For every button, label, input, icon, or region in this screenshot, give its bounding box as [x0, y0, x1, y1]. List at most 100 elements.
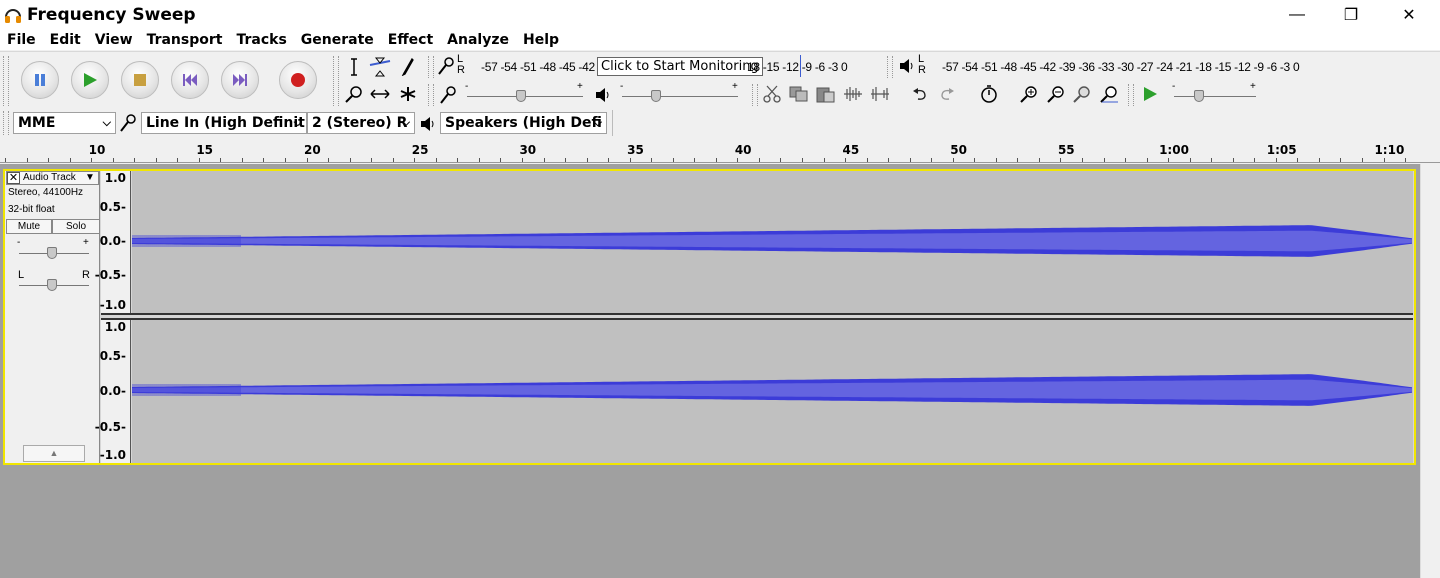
draw-tool-button[interactable]	[396, 55, 420, 79]
toolbar-grip[interactable]	[752, 84, 758, 106]
ruler-label: 35	[627, 143, 644, 157]
pan-slider[interactable]	[47, 279, 57, 291]
zoom-in-icon	[1020, 86, 1037, 103]
chevron-down-icon[interactable]: ▼	[85, 172, 95, 183]
close-track-button[interactable]: ✕	[7, 172, 20, 184]
minimize-button[interactable]: —	[1274, 0, 1320, 30]
ruler-tick	[457, 158, 458, 162]
play-button[interactable]	[71, 61, 109, 99]
gain-slider[interactable]	[47, 247, 57, 259]
toolbar-grip[interactable]	[3, 56, 9, 106]
slider-min-label: -	[620, 81, 624, 92]
toolbar-grip[interactable]	[428, 84, 434, 106]
menu-transport[interactable]: Transport	[147, 30, 223, 50]
mute-button[interactable]: Mute	[6, 219, 52, 234]
play-icon	[1144, 87, 1157, 101]
skip-end-button[interactable]	[221, 61, 259, 99]
ruler-tick	[500, 158, 501, 162]
solo-button[interactable]: Solo	[52, 219, 100, 234]
headphones-icon	[5, 9, 21, 23]
close-button[interactable]: ✕	[1386, 0, 1432, 30]
skip-start-button[interactable]	[171, 61, 209, 99]
menu-effect[interactable]: Effect	[388, 30, 433, 50]
timeline-ruler[interactable]: 10 15 20 25 30 35 40 45 50 55 1:00 1:05 1:10	[0, 139, 1440, 163]
scale-label: 1.0	[104, 171, 126, 185]
ruler-tick	[328, 158, 329, 162]
toolbar-area: LR -57 -54 -51 -48 -45 -42 Click to Star…	[0, 51, 1440, 137]
toolbar-grip[interactable]	[3, 111, 9, 135]
silence-button[interactable]	[868, 82, 892, 106]
ruler-tick	[522, 158, 523, 162]
ruler-tick	[565, 158, 566, 162]
selection-tool-button[interactable]	[342, 55, 366, 79]
amplitude-scale-right[interactable]: 1.0 0.5- 0.0- -0.5- -1.0	[95, 320, 131, 463]
ruler-label: 20	[304, 143, 321, 157]
menu-analyze[interactable]: Analyze	[447, 30, 509, 50]
collapse-track-button[interactable]: ▲	[23, 445, 85, 462]
maximize-button[interactable]: ❐	[1328, 0, 1374, 30]
redo-button[interactable]	[935, 82, 959, 106]
undo-button[interactable]	[908, 82, 932, 106]
stop-button[interactable]	[121, 61, 159, 99]
playback-meter-scale[interactable]: -57 -54 -51 -48 -45 -42 -39 -36 -33 -30 …	[942, 60, 1300, 74]
microphone-icon	[440, 86, 456, 104]
ruler-tick	[1104, 158, 1105, 162]
audio-host-select[interactable]: MME ⌵	[13, 112, 116, 134]
recording-channels-select[interactable]: 2 (Stereo) R ⌵	[307, 112, 415, 134]
menu-file[interactable]: File	[7, 30, 36, 50]
microphone-icon	[438, 57, 454, 75]
recording-device-select[interactable]: Line In (High Definit ⌵	[141, 112, 307, 134]
vertical-scrollbar[interactable]	[1420, 164, 1440, 578]
playback-device-select[interactable]: Speakers (High Defi ⌵	[440, 112, 607, 134]
monitor-tooltip[interactable]: Click to Start Monitoring	[597, 57, 763, 76]
timeshift-tool-button[interactable]	[368, 82, 392, 106]
speaker-icon	[596, 88, 609, 102]
zoom-in-button[interactable]	[1017, 82, 1041, 106]
menu-edit[interactable]: Edit	[50, 30, 81, 50]
ruler-tick	[134, 158, 135, 162]
triangle-up-icon: ▲	[49, 448, 59, 458]
zoom-tool-button[interactable]	[342, 82, 366, 106]
undo-icon	[913, 88, 926, 100]
ruler-tick	[48, 158, 49, 162]
slider-min-label: -	[1172, 81, 1176, 92]
toolbar-grip[interactable]	[333, 56, 339, 106]
menu-help[interactable]: Help	[523, 30, 559, 50]
toolbar-grip[interactable]	[428, 56, 434, 78]
fit-project-button[interactable]	[1098, 82, 1122, 106]
toolbar-grip[interactable]	[1128, 84, 1134, 106]
ruler-tick	[1384, 158, 1385, 162]
record-meter-scale[interactable]: -57 -54 -51 -48 -45 -42	[481, 60, 595, 74]
ruler-label: 25	[411, 143, 429, 157]
fit-selection-button[interactable]	[1071, 82, 1095, 106]
multi-tool-button[interactable]	[396, 82, 420, 106]
multi-tool-icon	[400, 87, 416, 101]
play-at-speed-button[interactable]	[1138, 82, 1162, 106]
copy-button[interactable]	[787, 82, 811, 106]
toolbar-grip[interactable]	[887, 56, 893, 78]
chevron-down-icon: ⌵	[293, 116, 302, 129]
cut-button[interactable]	[760, 82, 784, 106]
ruler-tick	[716, 158, 717, 162]
toolbar-separator	[612, 110, 613, 136]
amplitude-scale-left[interactable]: 1.0 0.5- 0.0- -0.5- -1.0	[95, 171, 131, 313]
record-meter-scale-tail[interactable]: 18 -15 -12 -9 -6 -3 0	[747, 60, 848, 74]
ruler-tick	[177, 158, 178, 162]
play-speed-slider[interactable]	[1194, 90, 1204, 102]
paste-button[interactable]	[814, 82, 838, 106]
track-bitdepth: 32-bit float	[8, 204, 55, 215]
pause-button[interactable]	[21, 61, 59, 99]
sync-lock-button[interactable]	[977, 82, 1001, 106]
record-button[interactable]	[279, 61, 317, 99]
menu-generate[interactable]: Generate	[301, 30, 374, 50]
playback-volume-slider[interactable]	[651, 90, 661, 102]
envelope-tool-button[interactable]	[368, 55, 392, 79]
recording-volume-slider[interactable]	[516, 90, 526, 102]
menu-tracks[interactable]: Tracks	[236, 30, 286, 50]
ruler-tick	[780, 158, 781, 162]
track-name-menu[interactable]: Audio Track	[23, 172, 76, 183]
zoom-out-button[interactable]	[1044, 82, 1068, 106]
trim-button[interactable]	[841, 82, 865, 106]
menu-view[interactable]: View	[95, 30, 133, 50]
ruler-tick	[694, 158, 695, 162]
